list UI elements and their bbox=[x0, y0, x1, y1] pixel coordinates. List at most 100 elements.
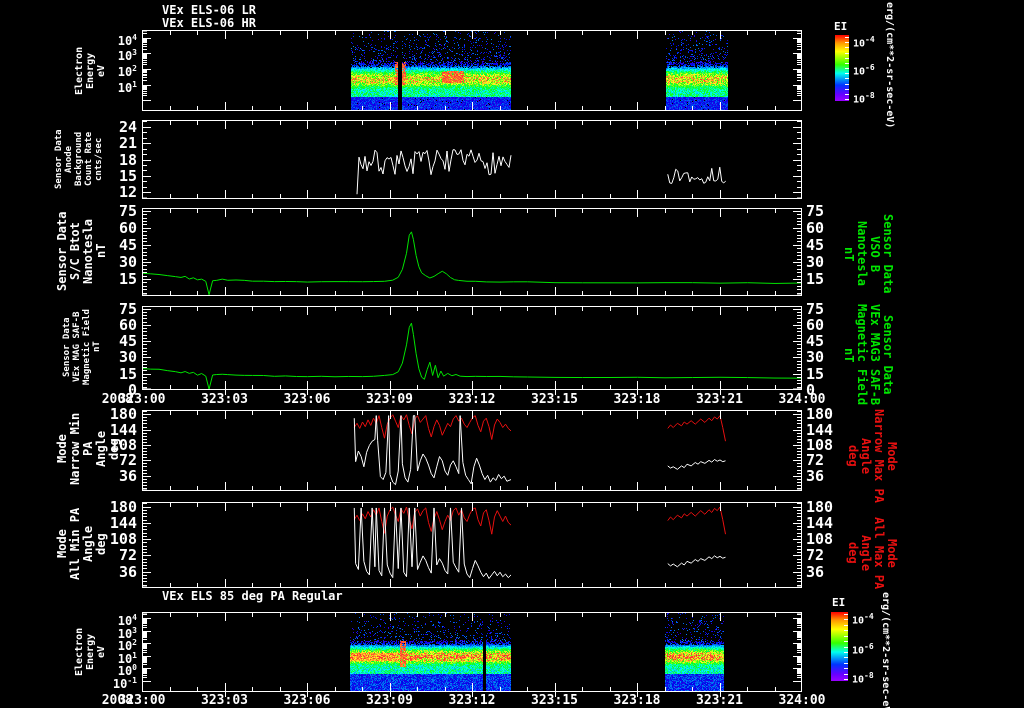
x-tick-label: 323:15 bbox=[531, 693, 578, 708]
colorbar-minor-tick bbox=[844, 624, 848, 626]
colorbar-minor-tick bbox=[845, 37, 849, 38]
x-tick-label: 323:15 bbox=[531, 392, 578, 407]
colorbar-minor-tick bbox=[845, 93, 849, 95]
y-tick-label: 72 bbox=[118, 451, 137, 470]
colorbar-minor-tick bbox=[844, 630, 848, 632]
y-tick-label: 72 bbox=[118, 546, 137, 565]
x-tick-label: 323:00 bbox=[118, 392, 166, 407]
x-tick-label: 323:03 bbox=[201, 693, 248, 708]
colorbar-minor-tick bbox=[844, 673, 848, 675]
colorbar-tick-label: 10-4 bbox=[852, 611, 874, 627]
y-tick-label: 36 bbox=[118, 466, 137, 485]
y-tick-label: 108 bbox=[109, 530, 137, 549]
y-tick-label-right: 75 bbox=[806, 201, 825, 220]
x-tick-label: 323:21 bbox=[696, 693, 743, 708]
x-tick-label: 323:18 bbox=[613, 392, 661, 407]
y-tick-label: 60 bbox=[118, 315, 137, 334]
x-tick-label: 323:06 bbox=[283, 693, 331, 708]
colorbar-minor-tick bbox=[845, 99, 849, 100]
x-tick-label: 323:18 bbox=[613, 693, 661, 708]
y-tick-label: 60 bbox=[118, 218, 137, 237]
y-tick-label: 10-1 bbox=[112, 675, 137, 691]
y-tick-label-right: 30 bbox=[806, 252, 825, 271]
colorbar-minor-tick bbox=[845, 78, 849, 80]
colorbar-minor-tick bbox=[844, 657, 848, 659]
x-tick-label: 323:03 bbox=[201, 392, 248, 407]
colorbar-label-top: EI bbox=[834, 20, 848, 33]
panel1-title-line1: VEx ELS-06 LR bbox=[162, 3, 256, 17]
y-tick-label: 75 bbox=[118, 201, 137, 220]
plot-canvas-4 bbox=[142, 410, 802, 497]
y-tick-label-right: 60 bbox=[806, 315, 825, 334]
y-tick-label: 102 bbox=[117, 63, 137, 79]
colorbar-minor-tick bbox=[844, 662, 848, 664]
y-tick-label-right: 75 bbox=[806, 299, 825, 318]
colorbar-tick-label: 10-6 bbox=[852, 641, 874, 656]
plot-canvas-3 bbox=[142, 306, 802, 396]
y-tick-label-right: 60 bbox=[806, 218, 825, 237]
colorbar-minor-tick bbox=[844, 668, 848, 670]
y-tick-label-right: 45 bbox=[806, 332, 825, 351]
y-tick-label-right: 180 bbox=[806, 497, 834, 516]
plot-canvas-2 bbox=[142, 208, 802, 302]
x-tick-label: 323:09 bbox=[366, 693, 413, 708]
x-tick-label: 323:00 bbox=[118, 693, 166, 708]
y-tick-label: 30 bbox=[118, 348, 137, 367]
colorbar-minor-tick bbox=[844, 614, 848, 615]
colorbar-minor-tick bbox=[845, 83, 849, 85]
colorbar-minor-tick bbox=[845, 68, 849, 69]
right-label-narrow-max-pa: Mode Narrow Max PA Angle deg bbox=[846, 409, 899, 503]
flux-units-top: erg/(cm**2-sr-sec-eV) bbox=[884, 2, 895, 129]
y-tick-label: 45 bbox=[118, 332, 137, 351]
panel1-title-line2: VEx ELS-06 HR bbox=[162, 16, 256, 30]
y-tick-label: 36 bbox=[118, 562, 137, 581]
colorbar-minor-tick bbox=[844, 679, 848, 680]
plot-canvas-6 bbox=[142, 612, 802, 698]
y-tick-label-right: 15 bbox=[806, 364, 825, 383]
y-tick-label: 75 bbox=[118, 299, 137, 318]
colorbar-minor-tick bbox=[845, 62, 849, 64]
y-tick-label: 12 bbox=[118, 183, 137, 202]
y-tick-label-right: 36 bbox=[806, 562, 825, 581]
colorbar-minor-tick bbox=[845, 47, 849, 49]
y-tick-label: 180 bbox=[109, 497, 137, 516]
y-tick-label-right: 180 bbox=[806, 405, 834, 424]
y-tick-label: 21 bbox=[118, 134, 137, 153]
y-tick-label-right: 30 bbox=[806, 348, 825, 367]
plot-canvas-0 bbox=[142, 30, 802, 117]
flux-units-bottom: erg/(cm**2-sr-sec-eV) bbox=[880, 592, 891, 708]
x-tick-label: 323:12 bbox=[448, 392, 496, 407]
colorbar-minor-tick bbox=[845, 42, 849, 44]
plot-canvas-5 bbox=[142, 502, 802, 594]
colorbar-minor-tick bbox=[844, 651, 848, 653]
y-tick-label: 15 bbox=[118, 166, 137, 185]
x-tick-label: 324:00 bbox=[778, 392, 826, 407]
plot-canvas-1 bbox=[142, 120, 802, 205]
colorbar-tick-label: 10-6 bbox=[853, 63, 875, 78]
y-tick-label-right: 72 bbox=[806, 451, 825, 470]
y-tick-label-right: 45 bbox=[806, 235, 825, 254]
colorbar-tick-label: 10-8 bbox=[852, 671, 874, 686]
x-tick-label: 323:09 bbox=[366, 392, 413, 407]
y-tick-label: 15 bbox=[118, 269, 137, 288]
colorbar-minor-tick bbox=[845, 57, 849, 59]
y-tick-label: 24 bbox=[118, 117, 137, 136]
colorbar-minor-tick bbox=[845, 88, 849, 90]
y-tick-label: 15 bbox=[118, 364, 137, 383]
colorbar-minor-tick bbox=[845, 73, 849, 75]
colorbar-minor-tick bbox=[844, 635, 848, 637]
colorbar-tick-label: 10-8 bbox=[853, 91, 875, 106]
y-tick-label: 18 bbox=[118, 150, 137, 169]
y-tick-label: 144 bbox=[109, 513, 137, 532]
y-tick-label-right: 36 bbox=[806, 466, 825, 485]
y-tick-label-right: 108 bbox=[806, 530, 834, 549]
colorbar-minor-tick bbox=[844, 641, 848, 643]
stacked-timeseries-plot: VEx ELS-06 LR VEx ELS-06 HR VEx ELS 85 d… bbox=[0, 0, 1024, 708]
y-tick-label: 180 bbox=[109, 405, 137, 424]
y-tick-label: 30 bbox=[118, 252, 137, 271]
y-tick-label-right: 15 bbox=[806, 269, 825, 288]
colorbar-label-bottom: EI bbox=[832, 596, 846, 609]
x-tick-label: 323:12 bbox=[448, 693, 496, 708]
colorbar-tick-label: 10-4 bbox=[853, 34, 875, 49]
y-tick-label-right: 144 bbox=[806, 513, 834, 532]
